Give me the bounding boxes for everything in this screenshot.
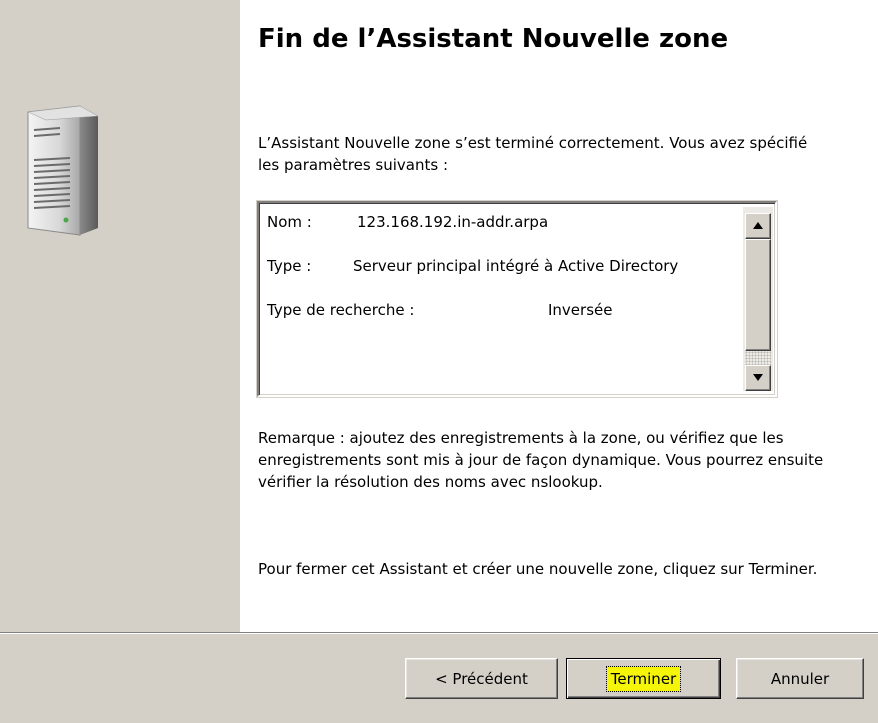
summary-row-recherche: Type de recherche : Inversée bbox=[267, 299, 742, 321]
recherche-value: Inversée bbox=[548, 301, 613, 319]
page-title: Fin de l’Assistant Nouvelle zone bbox=[258, 24, 729, 54]
wizard-side-panel bbox=[0, 0, 240, 632]
summary-row-nom: Nom : 123.168.192.in-addr.arpa bbox=[267, 211, 742, 233]
type-value: Serveur principal intégré à Active Direc… bbox=[353, 257, 679, 275]
button-bar: < Précédent Terminer Annuler bbox=[0, 632, 878, 723]
finish-button-label: Terminer bbox=[605, 665, 682, 692]
scroll-thumb[interactable] bbox=[745, 239, 771, 351]
type-label: Type : bbox=[267, 257, 312, 275]
arrow-up-icon bbox=[753, 222, 763, 229]
settings-summary-box[interactable]: Nom : 123.168.192.in-addr.arpa Type : Serv… bbox=[257, 201, 777, 397]
server-icon bbox=[27, 105, 99, 236]
summary-row-type: Type : Serveur principal intégré à Active… bbox=[267, 255, 742, 277]
previous-button[interactable]: < Précédent bbox=[405, 658, 558, 699]
close-hint-text: Pour fermer cet Assistant et créer une n… bbox=[258, 560, 818, 578]
nom-value: 123.168.192.in-addr.arpa bbox=[357, 213, 549, 231]
cancel-button[interactable]: Annuler bbox=[736, 658, 864, 699]
wizard-content: Fin de l’Assistant Nouvelle zone L’Assis… bbox=[240, 0, 878, 632]
vertical-scrollbar[interactable] bbox=[743, 207, 773, 391]
intro-text: L’Assistant Nouvelle zone s’est terminé … bbox=[258, 134, 808, 174]
scroll-down-button[interactable] bbox=[745, 365, 771, 391]
summary-text: Nom : 123.168.192.in-addr.arpa Type : Serv… bbox=[267, 211, 742, 321]
note-text: Remarque : ajoutez des enregistrements à… bbox=[258, 429, 824, 491]
arrow-down-icon bbox=[753, 374, 763, 381]
finish-button[interactable]: Terminer bbox=[566, 658, 721, 699]
recherche-label: Type de recherche : bbox=[267, 301, 415, 319]
scroll-up-button[interactable] bbox=[745, 213, 771, 239]
nom-label: Nom : bbox=[267, 213, 312, 231]
